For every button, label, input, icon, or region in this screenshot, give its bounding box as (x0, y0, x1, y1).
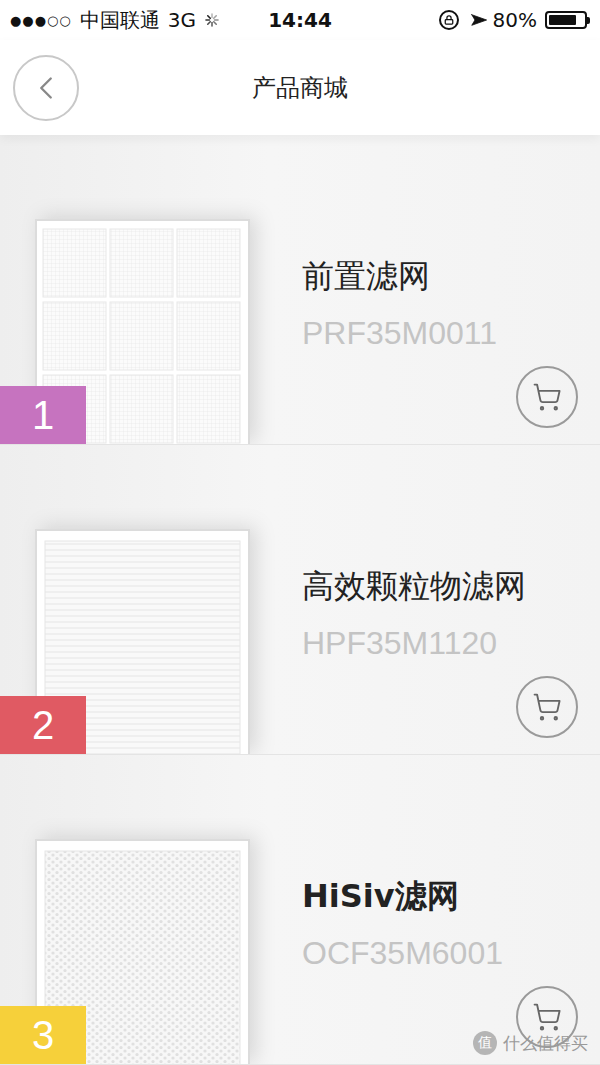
rotation-lock-icon (439, 10, 459, 30)
product-info: 前置滤网 PRF35M0011 (290, 135, 600, 444)
product-image: 2 (0, 445, 290, 754)
battery-percent: 80% (493, 8, 537, 32)
product-model: OCF35M6001 (302, 935, 578, 972)
back-chevron-icon (27, 69, 65, 107)
index-badge: 2 (0, 696, 86, 754)
location-arrow-icon (463, 7, 488, 32)
product-card[interactable]: 1 前置滤网 PRF35M0011 (0, 135, 600, 445)
watermark-text: 什么值得买 (503, 1032, 588, 1055)
status-bar: ●●●○○ 中国联通 3G 14:44 80% (0, 0, 600, 40)
carrier: 中国联通 (80, 7, 160, 34)
product-image: 1 (0, 135, 290, 444)
watermark-logo: 值 (473, 1031, 497, 1055)
product-name: 前置滤网 (302, 255, 578, 299)
product-model: HPF35M1120 (302, 625, 578, 662)
activity-spinner-icon (204, 12, 220, 28)
cart-icon (532, 1002, 562, 1032)
battery-icon (545, 11, 590, 29)
add-to-cart-button[interactable] (516, 366, 578, 428)
product-info: 高效颗粒物滤网 HPF35M1120 (290, 445, 600, 754)
nav-title: 产品商城 (90, 72, 510, 104)
watermark: 值什么值得买 (473, 1031, 588, 1055)
status-left: ●●●○○ 中国联通 3G (10, 7, 268, 34)
index-badge: 3 (0, 1006, 86, 1064)
product-card[interactable]: 2 高效颗粒物滤网 HPF35M1120 (0, 445, 600, 755)
cart-icon (532, 692, 562, 722)
back-button[interactable] (13, 55, 79, 121)
app-screen: ●●●○○ 中国联通 3G 14:44 80% 产品商城 1 前置滤网 PRF35M0011 2 高… (0, 0, 600, 1065)
signal-strength: ●●●○○ (10, 13, 72, 28)
add-to-cart-button[interactable] (516, 676, 578, 738)
nav-bar: 产品商城 (0, 40, 600, 135)
network-type: 3G (168, 8, 196, 32)
cart-icon (532, 382, 562, 412)
product-name: 高效颗粒物滤网 (302, 565, 578, 609)
product-info: HiSiv滤网 OCF35M6001 (290, 755, 600, 1064)
product-image: 3 (0, 755, 290, 1064)
index-badge: 1 (0, 386, 86, 444)
status-time: 14:44 (268, 8, 332, 32)
product-model: PRF35M0011 (302, 315, 578, 352)
product-name: HiSiv滤网 (302, 875, 578, 919)
product-card[interactable]: 3 HiSiv滤网 OCF35M6001 (0, 755, 600, 1065)
status-right: 80% (332, 8, 590, 32)
